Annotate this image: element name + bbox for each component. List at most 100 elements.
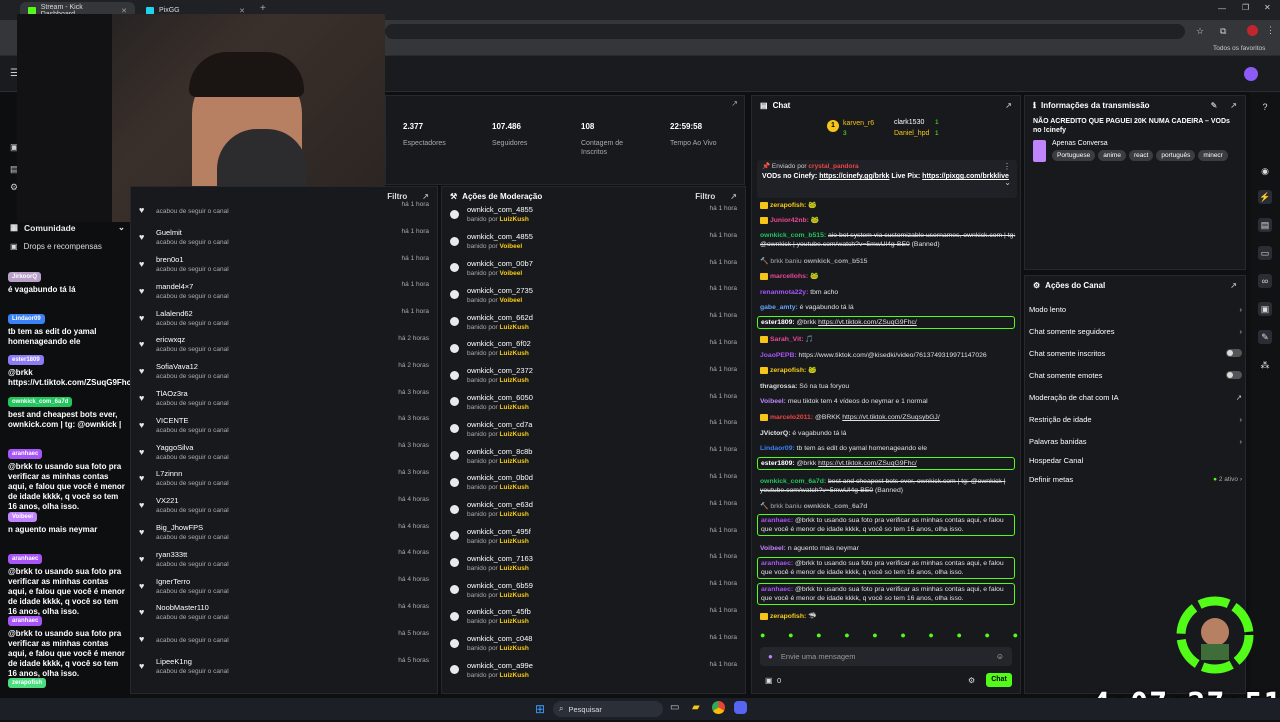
windows-start-icon[interactable]: ⊞	[535, 702, 545, 716]
subscribers-only-toggle[interactable]	[1226, 349, 1242, 357]
popout-icon[interactable]: ↗	[731, 99, 738, 108]
chat-username: ownkick_com_6a7d	[8, 397, 73, 407]
url-field[interactable]	[385, 24, 1185, 39]
star-icon[interactable]: ☆	[1196, 26, 1204, 37]
wrench-icon[interactable]: ✎	[1258, 330, 1272, 344]
emote-icon[interactable]: ●	[788, 630, 793, 640]
follower-action: acabou de seguir o canal	[156, 667, 229, 675]
heart-icon: ♥	[139, 312, 145, 323]
emote-icon[interactable]: ●	[1013, 630, 1018, 640]
chat-username: zerapofish	[8, 678, 47, 688]
follower-row: ♥ ryan333tt acabou de seguir o canal há 4 h…	[131, 545, 437, 572]
moderator-name: LuizKush	[499, 350, 529, 358]
panel-title: Chat	[772, 100, 791, 110]
moderation-row: ownkick_com_4855 banido por Voibeel há 1 h…	[442, 228, 745, 255]
nodes-icon[interactable]: ⁂	[1258, 358, 1272, 372]
follower-row: ♥ Lalalend62 acabou de seguir o canal há 1 …	[131, 304, 437, 331]
popout-icon[interactable]: ↗	[1005, 101, 1012, 110]
follower-time: há 4 horas	[398, 602, 429, 610]
link-icon[interactable]: ∞	[1258, 274, 1272, 288]
goals-status: ● 2 ativo ›	[1213, 475, 1242, 483]
emoji-icon[interactable]: ☺	[996, 652, 1004, 661]
emote-icon[interactable]: ●	[928, 630, 933, 640]
action-followers-only[interactable]: Chat somente seguidores ›	[1029, 320, 1242, 342]
stat-label: Espectadores	[403, 140, 446, 147]
filter-button[interactable]: Filtro	[695, 192, 715, 201]
chat-bubble-icon[interactable]: ▭	[1258, 246, 1272, 260]
maximize-icon[interactable]: ❐	[1242, 3, 1249, 12]
discord-icon[interactable]	[734, 701, 747, 714]
chevron-down-icon[interactable]: ⌄	[1004, 178, 1011, 187]
action-subscribers-only[interactable]: Chat somente inscritos	[1029, 342, 1242, 364]
emote-icon[interactable]: ●	[816, 630, 821, 640]
banned-user: ownkick_com_e63d	[467, 500, 533, 510]
pinned-link[interactable]: https://cinefy.gg/brkk	[819, 173, 889, 180]
emote-icon[interactable]: ●	[872, 630, 877, 640]
send-chat-button[interactable]: Chat	[986, 673, 1012, 687]
action-ai-moderation[interactable]: Moderação de chat com IA ↗	[1029, 386, 1242, 408]
heart-icon: ♥	[139, 258, 145, 269]
emote-icon[interactable]: ●	[985, 630, 990, 640]
sidebar-item-community[interactable]: ▦ Comunidade ⌄	[10, 222, 125, 233]
follower-name: IgnerTerro	[156, 576, 191, 586]
chat-message-highlight: ester1809: @brkk https://vt.tiktok.com/Z…	[757, 457, 1015, 470]
sidebar-item-drops[interactable]: ▣ Drops e recompensas	[10, 242, 125, 251]
user-avatar[interactable]	[1244, 67, 1258, 81]
heart-icon: ♥	[139, 500, 145, 511]
popout-icon[interactable]: ↗	[1230, 101, 1237, 110]
popout-icon[interactable]: ↗	[1230, 281, 1237, 290]
chrome-icon[interactable]	[712, 701, 725, 714]
task-view-icon[interactable]: ▭	[670, 702, 679, 713]
ban-time: há 1 hora	[709, 553, 737, 561]
more-options-icon[interactable]: ⋮	[1003, 162, 1011, 171]
monitor-icon[interactable]: ▣	[1258, 302, 1272, 316]
help-icon[interactable]: ?	[1258, 100, 1272, 114]
minimize-icon[interactable]: —	[1218, 4, 1226, 13]
tag: Portuguese	[1052, 150, 1096, 161]
gift-icon[interactable]: ▣	[765, 676, 773, 685]
stat-uptime: 22:59:58 Tempo Ao Vivo	[670, 122, 755, 148]
taskbar-search[interactable]: ⌕ Pesquisar	[553, 701, 663, 717]
follower-time: há 3 horas	[398, 415, 429, 423]
popout-icon[interactable]: ↗	[730, 192, 737, 201]
camera-icon[interactable]: ◉	[1258, 164, 1272, 178]
chat-message: JoaoPEPB: https://www.tiktok.com/@kisedk…	[760, 352, 987, 359]
tag-list: Portuguese anime react português minecr	[1052, 150, 1237, 161]
banned-user: ownkick_com_0b0d	[467, 473, 533, 483]
action-emotes-only[interactable]: Chat somente emotes	[1029, 364, 1242, 386]
action-set-goals[interactable]: Definir metas ● 2 ativo ›	[1029, 468, 1242, 490]
chevron-right-icon: ›	[1239, 436, 1243, 446]
mic-icon: ●	[768, 652, 773, 661]
follower-row: ♥ YaggoSilva acabou de seguir o canal há 3 …	[131, 438, 437, 465]
new-tab-icon[interactable]: +	[260, 3, 266, 14]
overlay-chat-message: aranhaec @brkk to usando sua foto pra ve…	[8, 553, 128, 617]
emote-icon[interactable]: ●	[900, 630, 905, 640]
gear-icon: ⚙	[1033, 280, 1041, 290]
moderator-name: Voibeel	[499, 243, 523, 251]
edit-icon[interactable]: ✎	[1211, 101, 1218, 110]
settings-icon[interactable]: ⚙	[968, 676, 975, 685]
menu-icon[interactable]: ⋮	[1266, 25, 1275, 36]
all-bookmarks[interactable]: Todos os favoritos	[1213, 45, 1265, 52]
action-label: Palavras banidas	[1029, 436, 1087, 446]
action-age-restriction[interactable]: Restrição de idade ›	[1029, 408, 1242, 430]
extensions-icon[interactable]: ⧉	[1220, 26, 1226, 37]
clipboard-icon[interactable]: ▤	[1258, 218, 1272, 232]
emote-icon[interactable]: ●	[956, 630, 961, 640]
emotes-only-toggle[interactable]	[1226, 371, 1242, 379]
emote-icon[interactable]: ●	[760, 630, 765, 640]
banned-user: ownkick_com_6b59	[467, 580, 533, 590]
close-window-icon[interactable]: ✕	[1264, 3, 1271, 12]
action-slow-mode[interactable]: Modo lento ›	[1029, 298, 1242, 320]
emote-icon[interactable]: ●	[844, 630, 849, 640]
chat-input[interactable]: ● Envie uma mensagem ☺	[760, 647, 1012, 666]
chat-message: renanmota22y: tbm acho	[760, 289, 839, 296]
profile-avatar[interactable]	[1247, 25, 1258, 36]
file-explorer-icon[interactable]: ▰	[692, 702, 700, 713]
follower-time: há 1 hora	[401, 227, 429, 235]
lightning-icon[interactable]: ⚡	[1258, 190, 1272, 204]
pinned-link[interactable]: https://pixgg.com/brkklive	[922, 173, 1009, 180]
moderator-name: LuizKush	[499, 216, 529, 224]
follower-action: acabou de seguir o canal	[156, 587, 229, 595]
banned-by-label: banido por	[467, 457, 498, 465]
